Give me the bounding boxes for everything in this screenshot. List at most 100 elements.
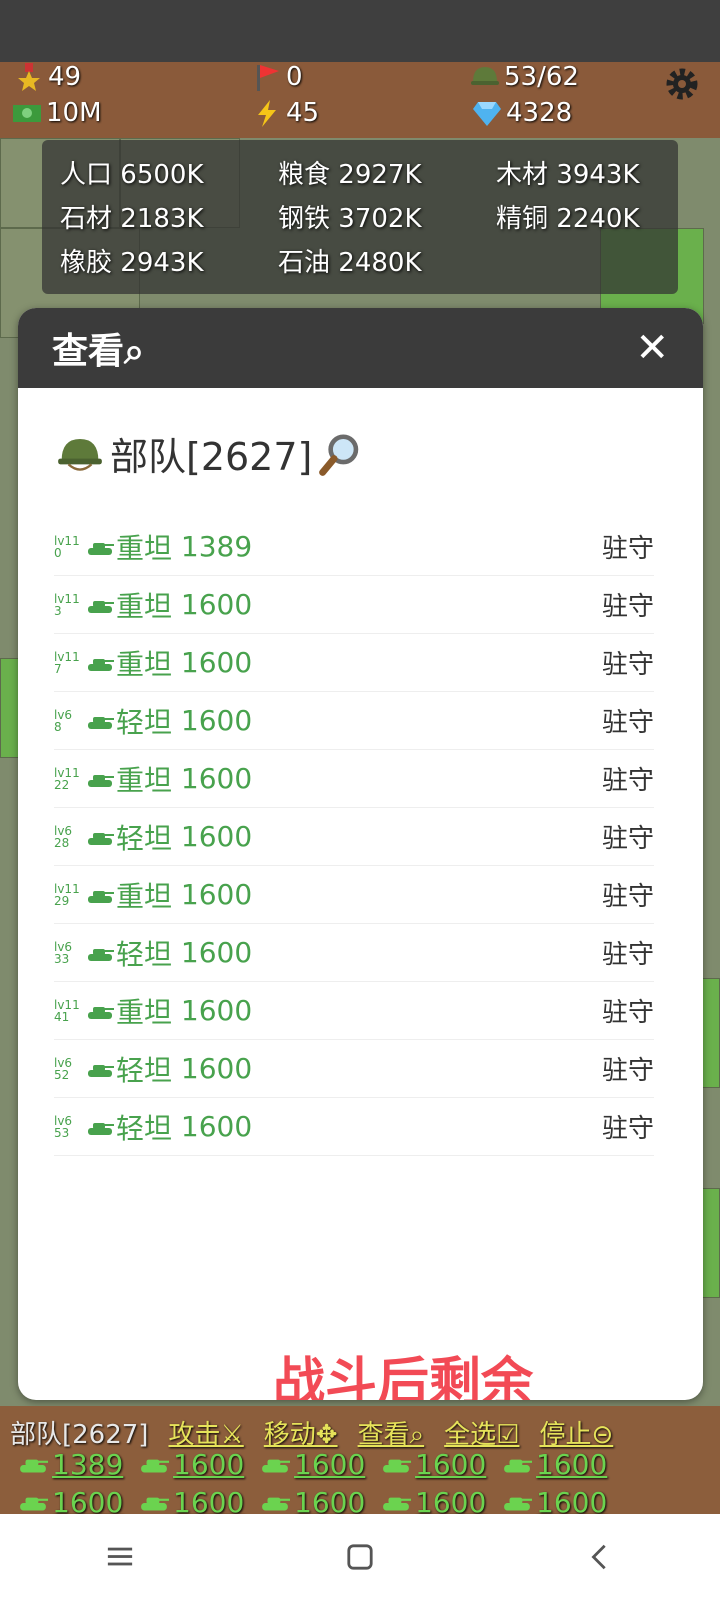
unit-type: 重坦 [116,647,173,681]
unit-info: lv11 41 重坦 1600 [54,991,252,1031]
unit-type: 重坦 [116,763,173,797]
unit-level-label: lv6 [54,707,73,722]
unit-info: lv11 22 重坦 1600 [54,759,252,799]
unit-index: 28 [54,835,70,850]
unit-chip[interactable]: 1600 [260,1448,365,1481]
unit-index: 52 [54,1067,70,1082]
dialog-title: 查看⌕ [52,331,145,372]
unit-row[interactable]: lv11 29 重坦 1600 驻守 [54,866,654,924]
command-button[interactable]: 全选☑ [444,1414,519,1451]
magnifier-icon[interactable] [318,431,364,477]
medal-icon [18,63,40,91]
soldier-stat: 53/62 [470,62,579,92]
unit-type: 重坦 [116,995,173,1029]
unit-info: lv6 52 轻坦 1600 [54,1049,252,1089]
back-button[interactable] [570,1527,630,1587]
annotation-text: 战斗后剩余轻坦8000重坦9389对比战前损失211重坦 [118,1346,688,1400]
unit-count: 1600 [180,762,253,795]
unit-chip-count: 1389 [52,1448,124,1481]
unit-type: 重坦 [116,531,173,565]
resource-name: 石材 [60,204,113,234]
unit-list: lv11 0 重坦 1389 驻守 lv11 3 重坦 1600 驻守 lv11 7 重坦 1600… [54,518,654,1156]
unit-chip[interactable]: 1600 [381,1448,486,1481]
unit-info: lv11 0 重坦 1389 [54,527,252,567]
unit-level-label: lv11 [54,997,80,1012]
unit-status: 驻守 [601,998,654,1028]
unit-info: lv11 3 重坦 1600 [54,585,252,625]
unit-row[interactable]: lv11 41 重坦 1600 驻守 [54,982,654,1040]
resource-item: 木材 3943K [496,154,696,192]
bottom-command-bar: 部队[2627] 攻击⚔ 移动✥ 查看⌕ 全选☑ 停止⊝ 1389 1600 1600 160… [0,1406,720,1519]
command-button[interactable]: 查看⌕ [358,1414,425,1451]
unit-row[interactable]: lv11 3 重坦 1600 驻守 [54,576,654,634]
resource-item: 钢铁 3702K [278,198,496,236]
unit-row[interactable]: lv6 8 轻坦 1600 驻守 [54,692,654,750]
tank-icon [86,588,116,621]
unit-row[interactable]: lv11 22 重坦 1600 驻守 [54,750,654,808]
command-button[interactable]: 停止⊝ [539,1414,613,1451]
unit-count: 1600 [180,588,253,621]
cash-icon [13,105,41,122]
energy-count: 45 [286,98,320,128]
resource-panel: 人口 6500K 粮食 2927K 木材 3943K 石材 2183K 钢铁 3702K… [42,140,678,294]
unit-count: 1389 [180,530,253,563]
unit-status: 驻守 [601,1114,654,1144]
unit-level: lv11 29 [54,883,84,907]
unit-info: lv6 28 轻坦 1600 [54,817,252,857]
unit-level: lv6 8 [54,709,84,733]
unit-level-label: lv11 [54,533,80,548]
unit-info: lv6 8 轻坦 1600 [54,701,252,741]
resource-item: 橡胶 2943K [60,242,278,280]
unit-chip-count: 1600 [415,1448,487,1481]
unit-index: 33 [54,951,70,966]
selected-troop-label: 部队[2627] [10,1420,149,1450]
energy-stat: 45 [252,98,319,128]
dialog-header: 查看⌕ ✕ [18,308,703,388]
unit-level: lv11 22 [54,767,84,791]
unit-row[interactable]: lv11 0 重坦 1389 驻守 [54,518,654,576]
command-button[interactable]: 移动✥ [264,1414,338,1451]
flag-stat: 0 [252,62,303,92]
home-button[interactable] [330,1527,390,1587]
unit-type: 轻坦 [116,1053,173,1087]
gem-stat: 4328 [472,98,572,128]
unit-chip[interactable]: 1600 [139,1448,244,1481]
close-button[interactable]: ✕ [635,325,669,371]
helmet-icon [58,438,102,471]
unit-level: lv11 7 [54,651,84,675]
unit-chip[interactable]: 1389 [18,1448,123,1481]
unit-level-label: lv11 [54,591,80,606]
unit-level: lv6 52 [54,1057,84,1081]
tank-icon [86,820,116,853]
unit-count: 1600 [180,1110,253,1143]
tank-icon [502,1448,532,1481]
unit-type: 轻坦 [116,821,173,855]
back-chevron-icon [591,1544,606,1570]
tank-icon [86,936,116,969]
settings-gear-icon[interactable] [664,66,700,102]
command-button[interactable]: 攻击⚔ [168,1414,243,1451]
unit-count: 1600 [180,994,253,1027]
soldier-count: 53/62 [504,62,579,92]
unit-index: 0 [54,545,62,560]
unit-row[interactable]: lv6 28 轻坦 1600 驻守 [54,808,654,866]
unit-level: lv6 53 [54,1115,84,1139]
resource-name: 精铜 [496,204,549,234]
unit-row[interactable]: lv6 52 轻坦 1600 驻守 [54,1040,654,1098]
unit-info: lv6 33 轻坦 1600 [54,933,252,973]
unit-type: 轻坦 [116,705,173,739]
tank-icon [139,1448,169,1481]
tank-icon [86,1052,116,1085]
unit-count: 1600 [180,878,253,911]
unit-row[interactable]: lv6 53 轻坦 1600 驻守 [54,1098,654,1156]
helmet-icon [471,67,499,85]
unit-info: lv6 53 轻坦 1600 [54,1107,252,1147]
unit-row[interactable]: lv6 33 轻坦 1600 驻守 [54,924,654,982]
menu-button[interactable] [90,1527,150,1587]
unit-row[interactable]: lv11 7 重坦 1600 驻守 [54,634,654,692]
unit-level-label: lv6 [54,1113,73,1128]
unit-chip[interactable]: 1600 [502,1448,607,1481]
unit-chip-count: 1600 [173,1448,245,1481]
money-stat: 10M [12,98,102,128]
medal-count: 49 [48,62,82,92]
